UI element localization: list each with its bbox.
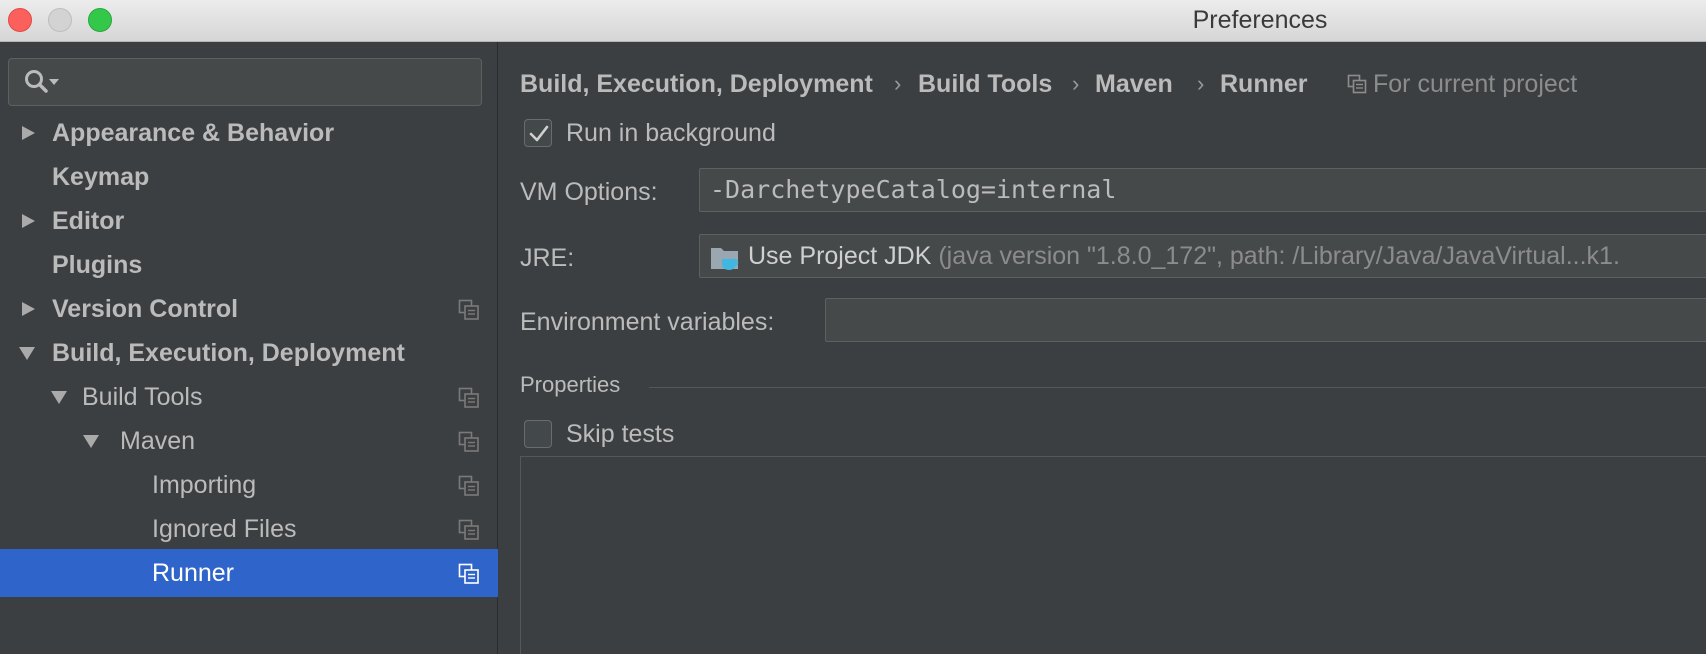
jre-value-detail: (java version "1.8.0_172", path: /Librar… <box>938 242 1620 270</box>
minimize-window-button[interactable] <box>48 8 72 32</box>
breadcrumb-separator: › <box>894 71 902 96</box>
collapse-arrow-icon[interactable] <box>50 373 70 421</box>
vm-options-label: VM Options: <box>520 178 658 206</box>
breadcrumb-item-maven[interactable]: Maven <box>1095 64 1173 104</box>
close-window-button[interactable] <box>8 8 32 32</box>
project-settings-icon <box>1347 74 1367 94</box>
collapse-arrow-icon[interactable] <box>18 329 38 377</box>
sidebar-item-ignored-files[interactable]: Ignored Files <box>0 505 498 553</box>
settings-sidebar: Appearance & Behavior Keymap Editor Plug… <box>0 42 498 654</box>
sidebar-item-build-tools[interactable]: Build Tools <box>0 373 498 421</box>
jre-label: JRE: <box>520 244 575 272</box>
expand-arrow-icon[interactable] <box>20 285 40 333</box>
sidebar-item-importing[interactable]: Importing <box>0 461 498 509</box>
project-settings-icon <box>458 519 479 540</box>
breadcrumb-item-build-execution-deployment[interactable]: Build, Execution, Deployment <box>520 64 873 104</box>
window-title: Preferences <box>1192 6 1328 34</box>
properties-divider <box>649 387 1706 388</box>
title-bar: Preferences <box>0 0 1706 42</box>
sidebar-item-label: Keymap <box>52 163 150 191</box>
sidebar-item-runner[interactable]: Runner <box>0 549 498 597</box>
environment-variables-label: Environment variables: <box>520 308 775 336</box>
breadcrumb-separator: › <box>1072 71 1080 96</box>
jre-value-main: Use Project JDK <box>748 242 932 270</box>
project-settings-icon <box>458 299 479 320</box>
sidebar-item-appearance-behavior[interactable]: Appearance & Behavior <box>0 109 498 157</box>
breadcrumb-item-runner[interactable]: Runner <box>1220 64 1308 104</box>
breadcrumb-item-build-tools[interactable]: Build Tools <box>918 64 1052 104</box>
sidebar-item-plugins[interactable]: Plugins <box>0 241 498 289</box>
sidebar-item-editor[interactable]: Editor <box>0 197 498 245</box>
search-input[interactable] <box>8 58 482 106</box>
sidebar-item-maven[interactable]: Maven <box>0 417 498 465</box>
sidebar-item-label: Runner <box>152 559 234 587</box>
sidebar-item-label: Version Control <box>52 295 239 323</box>
collapse-arrow-icon[interactable] <box>82 417 102 465</box>
project-settings-icon <box>458 475 479 496</box>
skip-tests-checkbox[interactable] <box>524 420 552 448</box>
zoom-window-button[interactable] <box>88 8 112 32</box>
vm-options-field[interactable]: -DarchetypeCatalog=internal <box>699 168 1706 212</box>
sidebar-item-version-control[interactable]: Version Control <box>0 285 498 333</box>
scope-label: For current project <box>1373 70 1578 98</box>
sidebar-item-build-execution-deployment[interactable]: Build, Execution, Deployment <box>0 329 498 377</box>
settings-panel: Build, Execution, Deployment › Build Too… <box>499 42 1706 654</box>
jre-select[interactable]: Use Project JDK (java version "1.8.0_172… <box>699 234 1706 278</box>
sidebar-item-label: Ignored Files <box>152 515 297 543</box>
run-in-background-checkbox[interactable] <box>524 119 552 147</box>
project-settings-icon <box>458 431 479 452</box>
environment-variables-field[interactable] <box>825 298 1706 342</box>
breadcrumb-separator: › <box>1197 71 1205 96</box>
vm-options-value: -DarchetypeCatalog=internal <box>710 175 1117 204</box>
sidebar-item-label: Editor <box>52 207 125 235</box>
expand-arrow-icon[interactable] <box>20 109 40 157</box>
expand-arrow-icon[interactable] <box>20 197 40 245</box>
sidebar-item-keymap[interactable]: Keymap <box>0 153 498 201</box>
sidebar-item-label: Build Tools <box>82 383 203 411</box>
run-in-background-label[interactable]: Run in background <box>566 119 776 148</box>
project-settings-icon <box>458 563 479 584</box>
sidebar-item-label: Importing <box>152 471 257 499</box>
properties-table[interactable] <box>520 456 1706 654</box>
sidebar-item-label: Plugins <box>52 251 143 279</box>
sidebar-item-label: Appearance & Behavior <box>52 119 335 147</box>
project-settings-icon <box>458 387 479 408</box>
jre-value: Use Project JDK (java version "1.8.0_172… <box>748 235 1620 277</box>
sidebar-item-label: Maven <box>120 427 196 455</box>
sidebar-item-label: Build, Execution, Deployment <box>52 339 405 367</box>
checkmark-icon <box>529 125 549 142</box>
skip-tests-label[interactable]: Skip tests <box>566 420 674 449</box>
jdk-folder-icon <box>711 248 739 270</box>
properties-section-title: Properties <box>520 372 621 397</box>
search-icon[interactable] <box>23 68 63 96</box>
